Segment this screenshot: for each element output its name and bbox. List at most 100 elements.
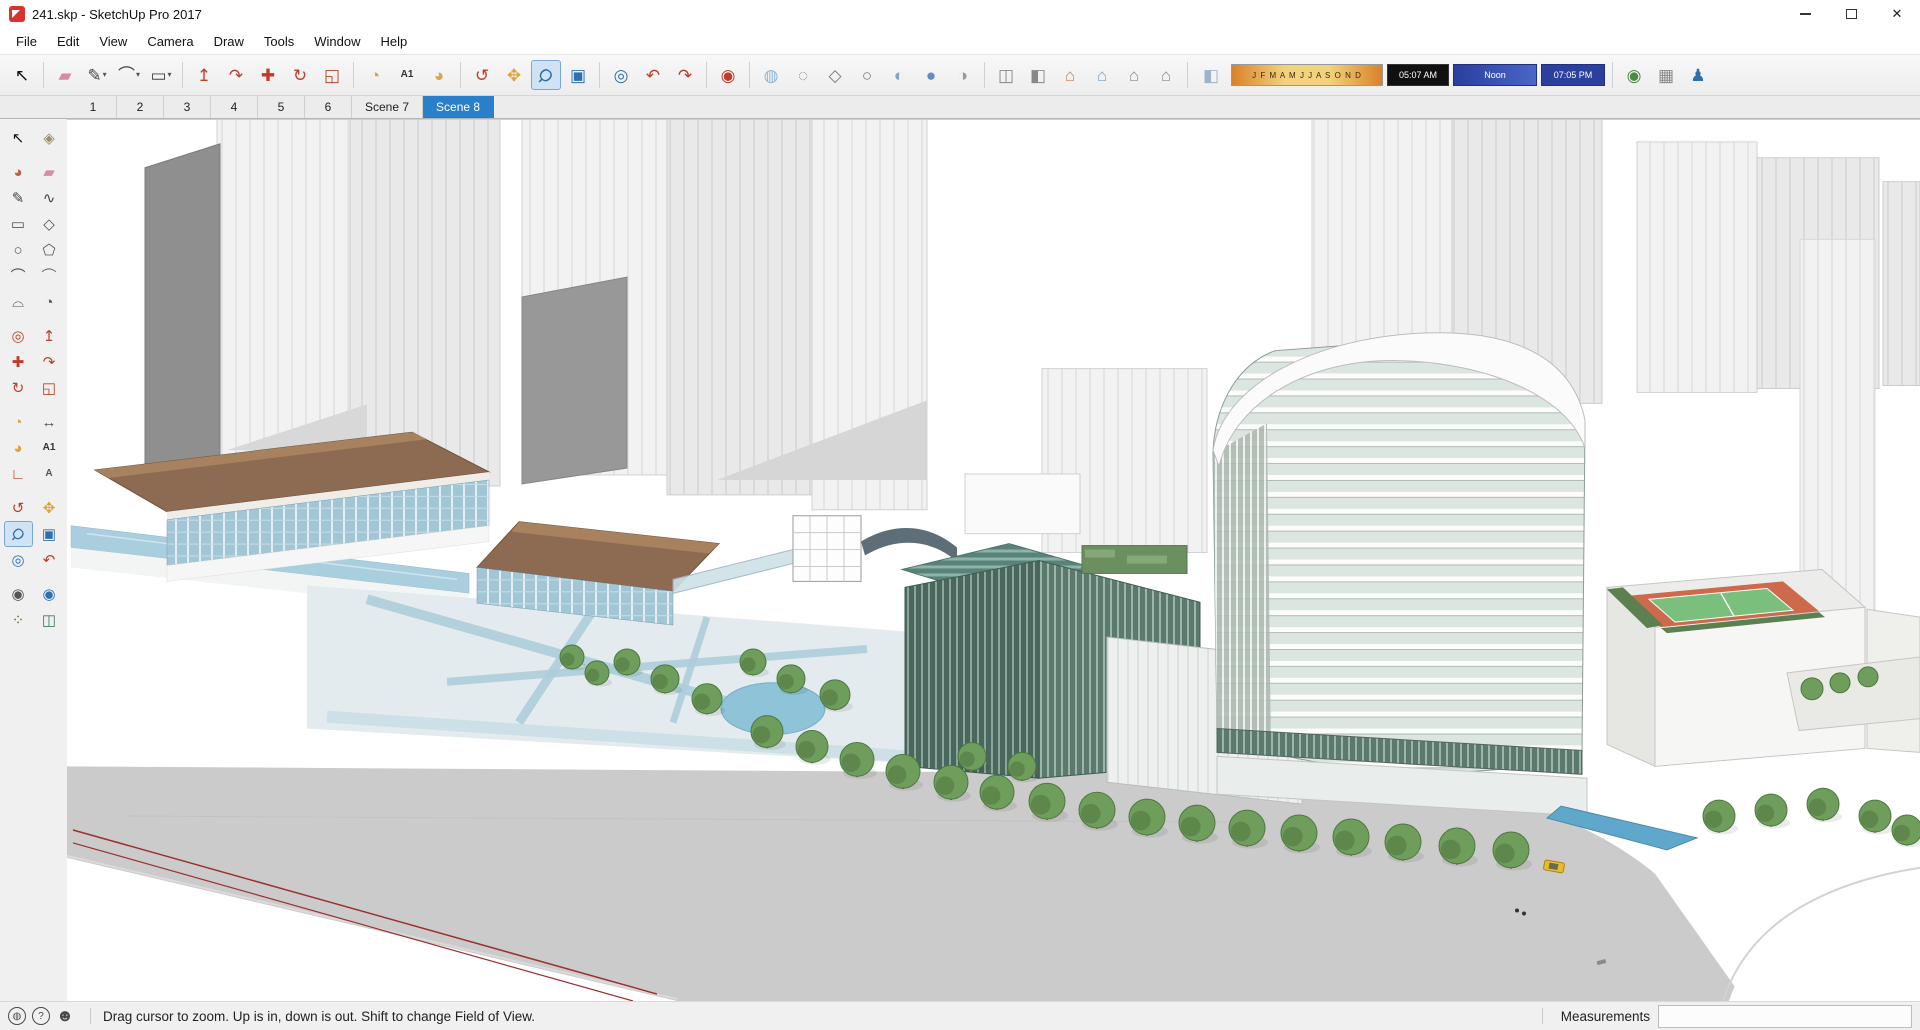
- menu-file[interactable]: File: [6, 28, 47, 54]
- position-camera-button[interactable]: ◉: [4, 581, 33, 607]
- iso-view-button[interactable]: ⌂: [1055, 60, 1085, 90]
- previous-button[interactable]: ↶: [35, 547, 64, 573]
- top-view-button[interactable]: ⌂: [1087, 60, 1117, 90]
- menu-help[interactable]: Help: [371, 28, 418, 54]
- protractor-button[interactable]: ◕: [424, 60, 454, 90]
- add-location-button[interactable]: ◉: [1619, 60, 1649, 90]
- scene-tab-1[interactable]: 1: [70, 96, 117, 118]
- line-dropdown-icon[interactable]: ▾: [103, 71, 107, 79]
- rotated-rectangle-button[interactable]: ◇: [35, 211, 64, 237]
- eraser-button[interactable]: ▰: [50, 60, 80, 90]
- pan-button[interactable]: ✥: [499, 60, 529, 90]
- rectangle-button[interactable]: ▭: [4, 211, 33, 237]
- scene-tab-scene-7[interactable]: Scene 7: [352, 96, 424, 118]
- polygon-button[interactable]: ⬠: [35, 237, 64, 263]
- minimize-button[interactable]: [1782, 0, 1828, 28]
- freehand-button[interactable]: ∿: [35, 185, 64, 211]
- push-pull-button[interactable]: ↥: [35, 323, 64, 349]
- back-edges-button[interactable]: ◌: [788, 60, 818, 90]
- rotate-button[interactable]: ↻: [285, 60, 315, 90]
- zoom-button[interactable]: Ϙ: [531, 60, 561, 90]
- line-button[interactable]: ✎: [4, 185, 33, 211]
- user-icon[interactable]: ☻: [56, 1006, 74, 1025]
- offset-button[interactable]: ◎: [4, 323, 33, 349]
- pie-button[interactable]: ◔: [35, 289, 64, 315]
- hidden-line-button[interactable]: ○: [852, 60, 882, 90]
- x-ray-button[interactable]: ◍: [756, 60, 786, 90]
- scale-button[interactable]: ◱: [35, 375, 64, 401]
- arc-button[interactable]: ⌒: [4, 263, 33, 289]
- monochrome-button[interactable]: ◑: [948, 60, 978, 90]
- select-button[interactable]: ↖: [7, 60, 37, 90]
- menu-edit[interactable]: Edit: [47, 28, 89, 54]
- scene-tab-4[interactable]: 4: [211, 96, 258, 118]
- zoom-window-button[interactable]: ▣: [563, 60, 593, 90]
- measurements-input[interactable]: [1658, 1004, 1912, 1028]
- shapes-dropdown-icon[interactable]: ▾: [168, 71, 172, 79]
- scale-button[interactable]: ◱: [317, 60, 347, 90]
- move-button[interactable]: ✚: [4, 349, 33, 375]
- three-point-arc-button[interactable]: ⌓: [4, 289, 33, 315]
- shapes-button[interactable]: ▭ ▾: [146, 60, 176, 90]
- menu-camera[interactable]: Camera: [137, 28, 203, 54]
- tape-measure-button[interactable]: ◔: [4, 409, 33, 435]
- next-button[interactable]: ↷: [670, 60, 700, 90]
- select-button[interactable]: ↖: [4, 125, 33, 151]
- wireframe-button[interactable]: ◇: [820, 60, 850, 90]
- follow-me-button[interactable]: ↷: [221, 60, 251, 90]
- make-component-button[interactable]: ◈: [35, 125, 64, 151]
- move-button[interactable]: ✚: [253, 60, 283, 90]
- line-button[interactable]: ✎ ▾: [82, 60, 112, 90]
- zoom-window-button[interactable]: ▣: [35, 521, 64, 547]
- maximize-button[interactable]: [1828, 0, 1874, 28]
- orbit-button[interactable]: ↺: [467, 60, 497, 90]
- model-viewport[interactable]: [67, 120, 1920, 1001]
- orbit-button[interactable]: ↺: [4, 495, 33, 521]
- scene-tab-5[interactable]: 5: [258, 96, 305, 118]
- geolocation-icon[interactable]: ◍: [8, 1007, 26, 1025]
- circle-button[interactable]: ○: [4, 237, 33, 263]
- follow-me-button[interactable]: ↷: [35, 349, 64, 375]
- section-plane-button[interactable]: ◫: [991, 60, 1021, 90]
- close-button[interactable]: ✕: [1874, 0, 1920, 28]
- text-button[interactable]: A1: [35, 435, 64, 461]
- two-point-arc-button[interactable]: ⌒: [35, 263, 64, 289]
- credits-icon[interactable]: ?: [32, 1007, 50, 1025]
- shadow-month-slider[interactable]: J F M A M J J A S O N D: [1231, 64, 1383, 86]
- shaded-with-textures-button[interactable]: ●: [916, 60, 946, 90]
- zoom-button[interactable]: Ϙ: [3, 521, 33, 547]
- shadow-time-slider[interactable]: Noon: [1453, 64, 1537, 86]
- zoom-extents-button[interactable]: ◎: [4, 547, 33, 573]
- arc-button[interactable]: ⌒ ▾: [114, 60, 144, 90]
- tape-measure-button[interactable]: ◔: [360, 60, 390, 90]
- warehouse-person-button[interactable]: ♟: [1683, 60, 1713, 90]
- menu-view[interactable]: View: [89, 28, 137, 54]
- section-plane-button[interactable]: ◫: [35, 607, 64, 633]
- pan-button[interactable]: ✥: [35, 495, 64, 521]
- push-pull-button[interactable]: ↥: [189, 60, 219, 90]
- section-cuts-button[interactable]: ◧: [1023, 60, 1053, 90]
- axes-button[interactable]: ∟: [4, 461, 33, 487]
- protractor-button[interactable]: ◕: [4, 435, 33, 461]
- shadows-toggle-button[interactable]: ◧: [1196, 60, 1226, 90]
- menu-draw[interactable]: Draw: [204, 28, 254, 54]
- menu-tools[interactable]: Tools: [254, 28, 304, 54]
- menu-window[interactable]: Window: [304, 28, 370, 54]
- text-button[interactable]: A1: [392, 60, 422, 90]
- paint-bucket-button[interactable]: ◕: [4, 159, 33, 185]
- scene-tab-2[interactable]: 2: [117, 96, 164, 118]
- scene-tab-3[interactable]: 3: [164, 96, 211, 118]
- position-camera-button[interactable]: ◉: [713, 60, 743, 90]
- scene-tab-6[interactable]: 6: [305, 96, 352, 118]
- walk-button[interactable]: ⁘: [4, 607, 33, 633]
- previous-button[interactable]: ↶: [638, 60, 668, 90]
- photo-textures-button[interactable]: ▦: [1651, 60, 1681, 90]
- eraser-button[interactable]: ▰: [35, 159, 64, 185]
- arc-dropdown-icon[interactable]: ▾: [136, 71, 140, 79]
- dimensions-button[interactable]: ↔: [35, 409, 64, 435]
- front-view-button[interactable]: ⌂: [1119, 60, 1149, 90]
- zoom-extents-button[interactable]: ◎: [606, 60, 636, 90]
- look-around-button[interactable]: ◉: [35, 581, 64, 607]
- rotate-button[interactable]: ↻: [4, 375, 33, 401]
- shaded-button[interactable]: ◐: [884, 60, 914, 90]
